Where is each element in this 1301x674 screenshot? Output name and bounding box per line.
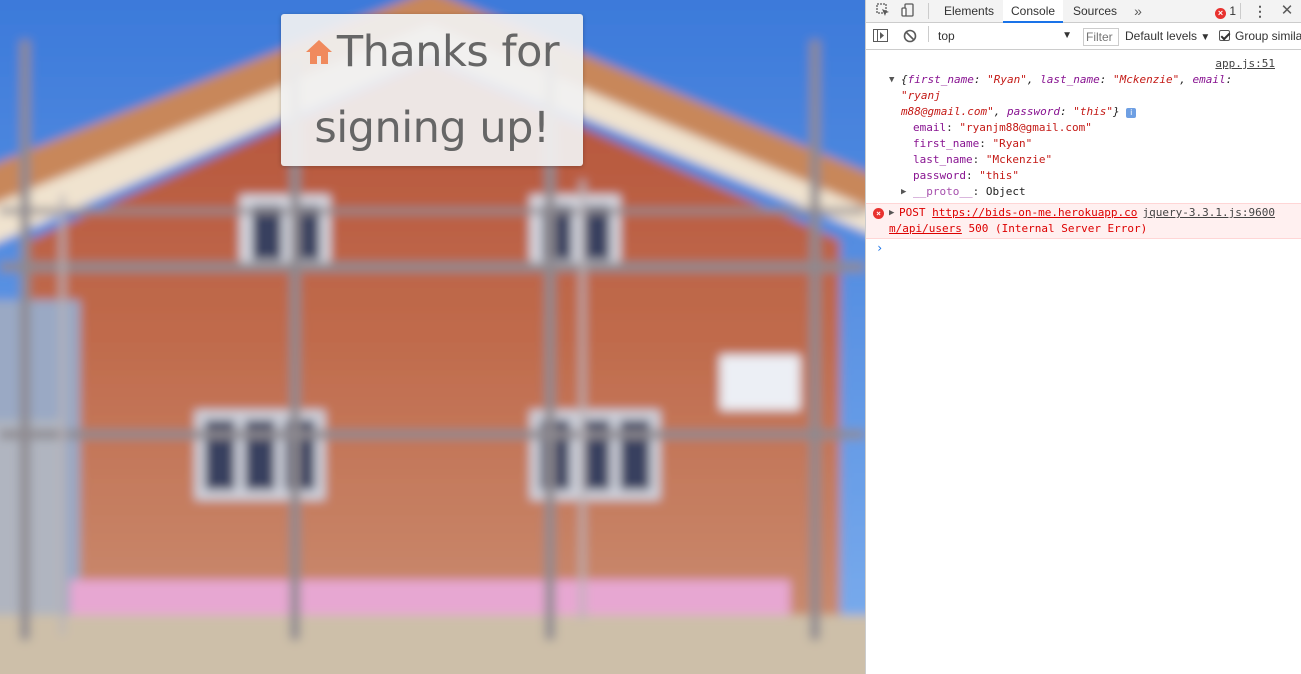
log-levels-label: Default levels	[1125, 29, 1198, 43]
error-method: POST	[899, 206, 926, 219]
error-count: 1	[1229, 4, 1237, 18]
expand-triangle-icon[interactable]: ▶	[901, 184, 913, 200]
object-property: email: "ryanjm88@gmail.com"	[913, 121, 1092, 134]
more-tabs-icon[interactable]: »	[1127, 0, 1149, 22]
error-icon: ×	[873, 208, 884, 219]
close-devtools-icon[interactable]: ✕	[1276, 0, 1298, 22]
log-message: app.js:51 ▼ {first_name: "Ryan", last_na…	[866, 50, 1301, 200]
clear-console-icon[interactable]	[903, 29, 917, 46]
group-similar-label: Group similar	[1235, 29, 1301, 43]
screen: Thanks for signing up! Elements Console …	[0, 0, 1301, 674]
log-source-link[interactable]: app.js:51	[1215, 56, 1275, 72]
checkbox-icon[interactable]	[1219, 30, 1230, 41]
object-property: password: "this"	[913, 169, 1019, 182]
error-url-link[interactable]: https://bids-on-me.herokuapp.co	[932, 206, 1137, 219]
log-object-summary[interactable]: ▼ {first_name: "Ryan", last_name: "Mcken…	[889, 72, 1277, 104]
object-preview: {first_name: "Ryan", last_name: "Mckenzi…	[901, 73, 1233, 102]
object-property: first_name: "Ryan"	[913, 137, 1033, 150]
card-title-line-1: Thanks for	[281, 14, 583, 90]
tabbar-divider	[1240, 3, 1241, 19]
error-line-1: ▶ POST https://bids-on-me.herokuapp.co	[889, 205, 1277, 221]
console-output: app.js:51 ▼ {first_name: "Ryan", last_na…	[866, 50, 1301, 257]
error-status: 500 (Internal Server Error)	[968, 222, 1148, 235]
context-select[interactable]: top ▼	[936, 27, 1074, 45]
toolbar-divider	[928, 26, 929, 42]
error-url-link-continued[interactable]: m/api/users	[889, 222, 962, 235]
tabbar-divider	[928, 3, 929, 19]
expand-triangle-icon[interactable]: ▼	[889, 72, 901, 88]
device-toolbar-icon[interactable]	[897, 0, 919, 22]
object-property: last_name: "Mckenzie"	[913, 153, 1053, 166]
context-value: top	[938, 29, 955, 43]
console-toolbar: top ▼ Default levels ▼ Group similar	[866, 23, 1301, 50]
info-icon[interactable]: i	[1126, 108, 1137, 118]
card-title-line-2: signing up!	[314, 103, 550, 153]
error-message: × jquery-3.3.1.js:9600 ▶ POST https://bi…	[866, 203, 1301, 239]
proto-property[interactable]: ▶ __proto__: Object	[901, 184, 1277, 200]
error-counter[interactable]: × 1	[1215, 0, 1236, 22]
filter-input[interactable]	[1083, 28, 1119, 46]
console-prompt[interactable]: ›	[866, 239, 1301, 257]
log-levels-dropdown[interactable]: Default levels ▼	[1125, 27, 1210, 45]
more-options-icon[interactable]: ⋮	[1249, 0, 1271, 22]
home-icon	[305, 40, 332, 64]
object-properties: email: "ryanjm88@gmail.com" first_name: …	[889, 120, 1277, 200]
card-title-text-1: Thanks for	[336, 27, 560, 77]
group-similar-toggle[interactable]: Group similar	[1219, 27, 1301, 45]
page-viewport: Thanks for signing up!	[0, 0, 865, 674]
prompt-chevron-icon: ›	[876, 241, 884, 255]
object-preview-continued: m88@gmail.com", password: "this"} i	[889, 104, 1277, 120]
chevron-down-icon: ▼	[1200, 32, 1211, 43]
sidebar-toggle-icon[interactable]	[873, 29, 888, 45]
tab-elements[interactable]: Elements	[936, 0, 1002, 22]
tab-sources[interactable]: Sources	[1065, 0, 1125, 22]
expand-triangle-icon[interactable]: ▶	[889, 205, 901, 221]
signup-success-card: Thanks for signing up!	[281, 14, 583, 166]
error-line-2: m/api/users 500 (Internal Server Error)	[889, 221, 1277, 237]
tab-console[interactable]: Console	[1003, 0, 1064, 23]
chevron-down-icon: ▼	[1062, 30, 1072, 41]
error-icon: ×	[1215, 8, 1226, 19]
devtools-panel: Elements Console Sources » × 1 ⋮ ✕ top ▼…	[865, 0, 1301, 674]
devtools-tabbar: Elements Console Sources » × 1 ⋮ ✕	[866, 0, 1301, 23]
inspect-element-icon[interactable]	[872, 0, 894, 22]
